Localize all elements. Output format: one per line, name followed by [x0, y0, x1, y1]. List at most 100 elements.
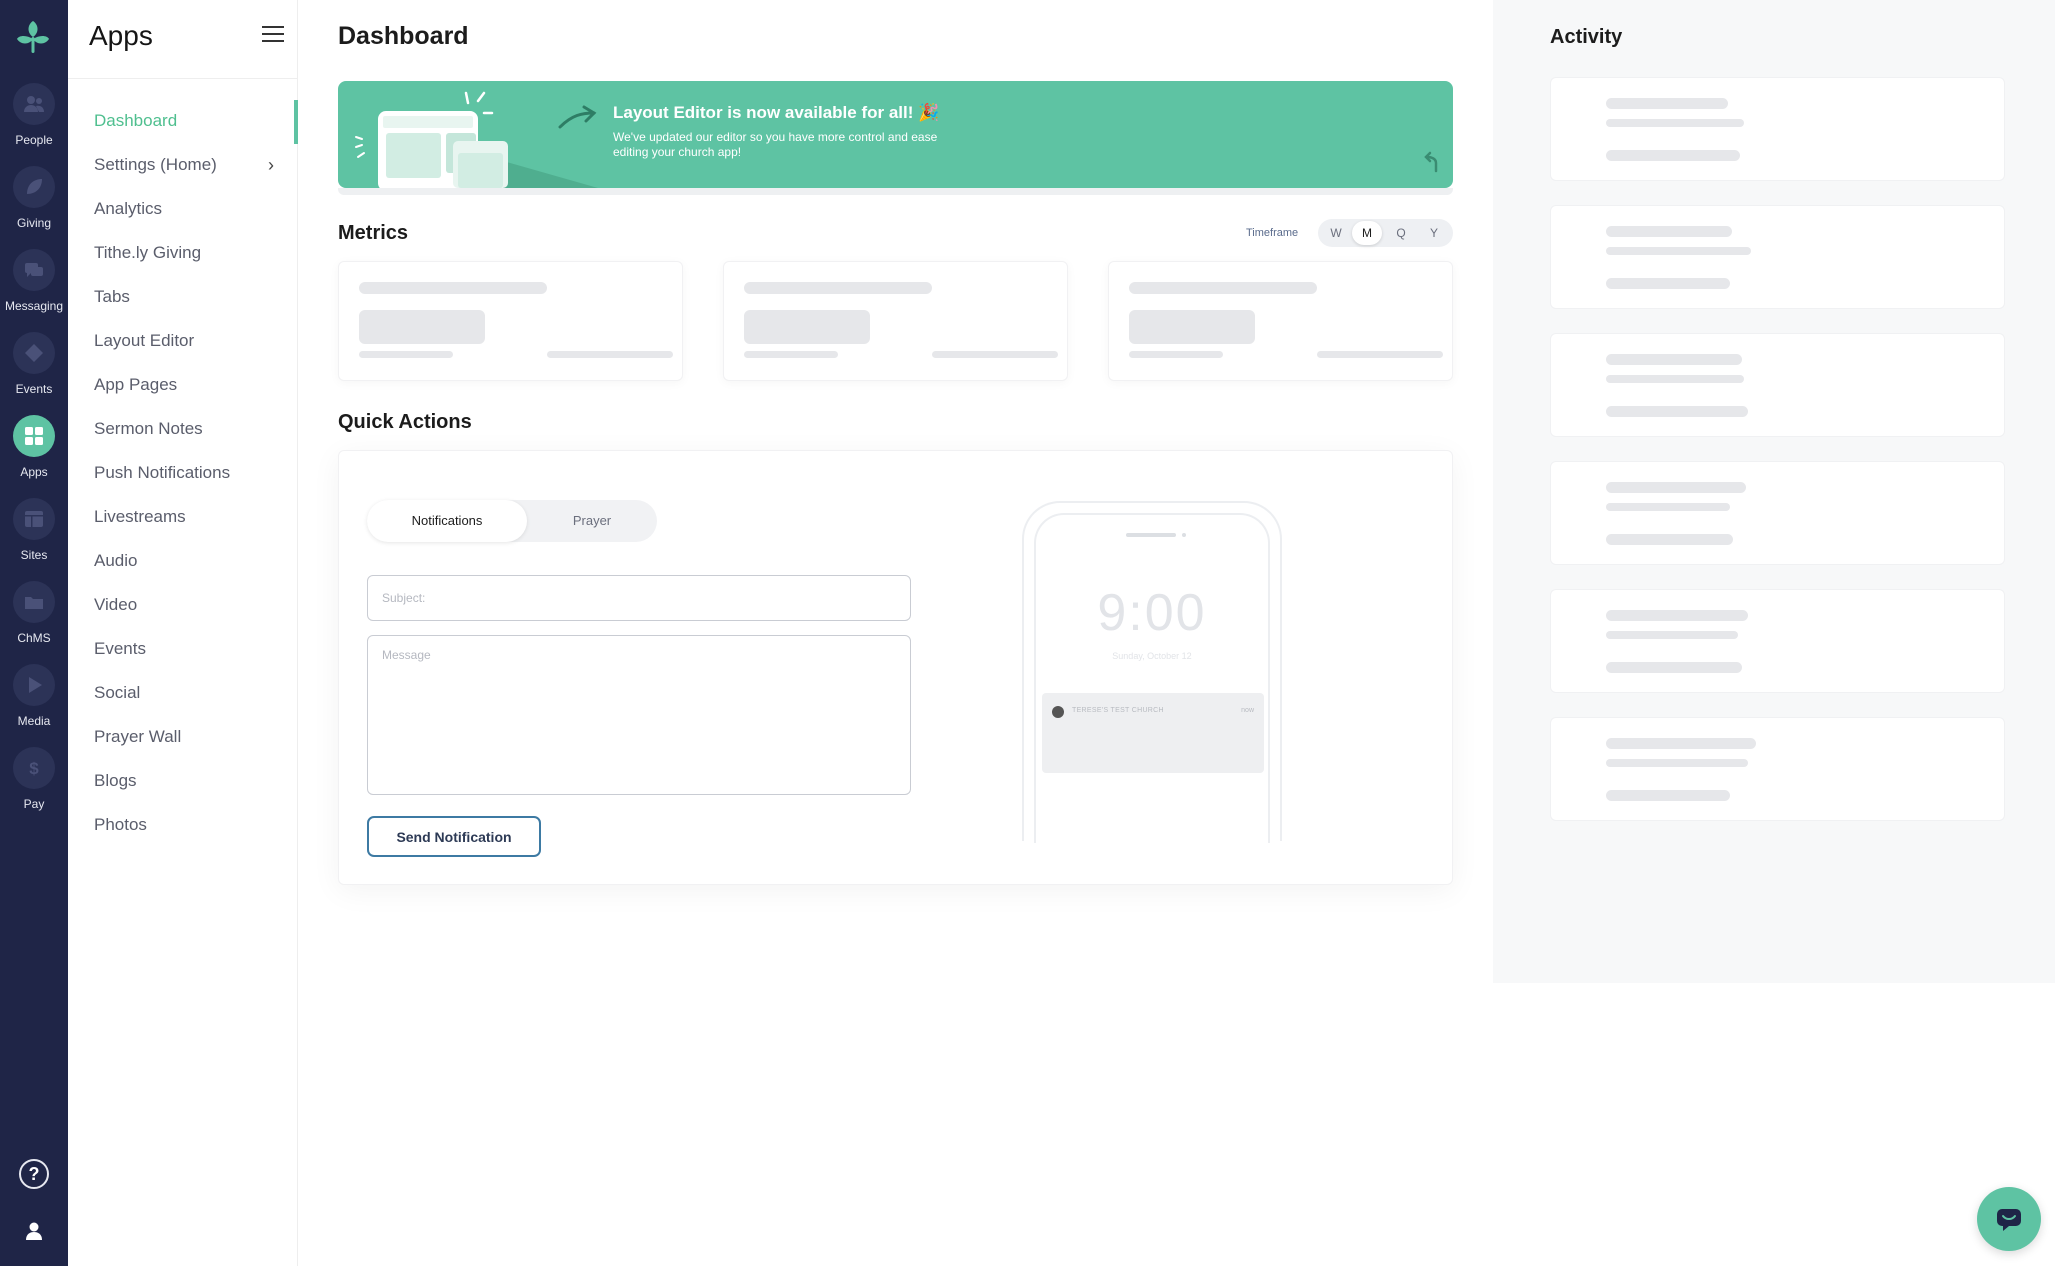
sidebar-item-dashboard[interactable]: Dashboard: [68, 100, 298, 144]
rail-item-people[interactable]: People: [0, 83, 68, 163]
activity-item-skeleton: [1550, 205, 2005, 309]
help-button[interactable]: ?: [0, 1159, 68, 1189]
play-icon: [29, 677, 42, 693]
people-icon: [24, 96, 44, 112]
tab-prayer[interactable]: Prayer: [527, 500, 657, 542]
sidebar-item-social[interactable]: Social: [68, 672, 298, 716]
rail-item-pay[interactable]: $ Pay: [0, 747, 68, 827]
support-chat-button[interactable]: [1977, 1187, 2041, 1251]
notification-timestamp: now: [1241, 707, 1254, 714]
activity-item-skeleton: [1550, 333, 2005, 437]
icon-rail: People Giving Messaging Events Apps Site…: [0, 0, 68, 1266]
sidebar-item-tithely-giving[interactable]: Tithe.ly Giving: [68, 232, 298, 276]
sidebar-item-app-pages[interactable]: App Pages: [68, 364, 298, 408]
sidebar-item-push-notifications[interactable]: Push Notifications: [68, 452, 298, 496]
rail-item-events[interactable]: Events: [0, 332, 68, 412]
sidebar-item-label: Video: [94, 595, 138, 614]
timeframe-month[interactable]: M: [1352, 221, 1382, 245]
dismiss-arrow-icon[interactable]: [1420, 151, 1442, 173]
rail-label: Sites: [20, 548, 48, 562]
subject-input[interactable]: [367, 575, 911, 621]
quick-actions-card: Notifications Prayer Send Notification 9…: [338, 450, 1453, 885]
metric-card-skeleton: [723, 261, 1068, 381]
sidebar-item-photos[interactable]: Photos: [68, 804, 298, 848]
metric-card-skeleton: [1108, 261, 1453, 381]
chevron-right-icon: ›: [268, 155, 274, 175]
metric-card-skeleton: [338, 261, 683, 381]
activity-item-skeleton: [1550, 717, 2005, 821]
rail-item-sites[interactable]: Sites: [0, 498, 68, 578]
message-textarea[interactable]: [367, 635, 911, 795]
rail-label: ChMS: [17, 631, 51, 645]
sidebar-item-layout-editor[interactable]: Layout Editor: [68, 320, 298, 364]
help-icon: ?: [19, 1159, 49, 1189]
activity-heading: Activity: [1550, 26, 1623, 48]
sidebar-item-label: Audio: [94, 551, 138, 570]
leaf-logo-icon[interactable]: [13, 17, 53, 57]
sidebar-item-blogs[interactable]: Blogs: [68, 760, 298, 804]
rail-label: People: [15, 133, 53, 147]
sidebar-item-label: App Pages: [94, 375, 178, 394]
timeframe-week[interactable]: W: [1324, 221, 1348, 245]
notification-preview: TERESE'S TEST CHURCH now: [1042, 693, 1264, 773]
sidebar-item-livestreams[interactable]: Livestreams: [68, 496, 298, 540]
sidebar-item-prayer-wall[interactable]: Prayer Wall: [68, 716, 298, 760]
phone-screen: 9:00 Sunday, October 12 TERESE'S TEST CH…: [1034, 513, 1270, 843]
apps-sidebar: Apps Dashboard Settings (Home) › Analytic…: [68, 0, 298, 1266]
rail-item-messaging[interactable]: Messaging: [0, 249, 68, 329]
rail-item-giving[interactable]: Giving: [0, 166, 68, 246]
send-notification-button[interactable]: Send Notification: [367, 816, 541, 857]
page-title: Dashboard: [338, 22, 469, 50]
sidebar-item-label: Tithe.ly Giving: [94, 243, 202, 262]
grid-icon: [25, 427, 43, 445]
dollar-icon: $: [29, 759, 39, 778]
sidebar-item-video[interactable]: Video: [68, 584, 298, 628]
timeframe-year[interactable]: Y: [1422, 221, 1446, 245]
folder-icon: [25, 597, 43, 609]
rail-label: Pay: [23, 797, 45, 811]
sidebar-item-label: Events: [94, 639, 146, 658]
sidebar-item-audio[interactable]: Audio: [68, 540, 298, 584]
sidebar-nav: Dashboard Settings (Home) › Analytics Tit…: [68, 100, 298, 848]
dashboard-main: Dashboard Layout Editor is now available…: [298, 0, 1493, 1266]
sidebar-item-settings-home[interactable]: Settings (Home) ›: [68, 144, 298, 188]
sidebar-title: Apps: [89, 20, 153, 51]
sidebar-item-label: Dashboard: [94, 111, 178, 130]
rail-label: Giving: [16, 216, 51, 230]
hamburger-menu-icon[interactable]: [262, 26, 284, 46]
phone-camera: [1182, 533, 1186, 537]
rail-item-apps[interactable]: Apps: [0, 415, 68, 495]
timeframe-label: Timeframe: [1246, 227, 1299, 239]
sidebar-item-events[interactable]: Events: [68, 628, 298, 672]
user-icon: [26, 1222, 42, 1240]
phone-preview: 9:00 Sunday, October 12 TERESE'S TEST CH…: [1022, 501, 1282, 843]
rail-item-chms[interactable]: ChMS: [0, 581, 68, 661]
divider: [68, 78, 298, 79]
rail-label: Events: [15, 382, 53, 396]
activity-panel: Activity: [1493, 0, 2055, 983]
tab-notifications[interactable]: Notifications: [367, 500, 527, 542]
rail-item-media[interactable]: Media: [0, 664, 68, 744]
ticket-icon: [25, 344, 43, 362]
timeframe-quarter[interactable]: Q: [1389, 221, 1413, 245]
phone-speaker: [1126, 533, 1176, 537]
sidebar-item-sermon-notes[interactable]: Sermon Notes: [68, 408, 298, 452]
sidebar-item-label: Prayer Wall: [94, 727, 182, 746]
layout-icon: [25, 511, 43, 527]
sidebar-item-label: Social: [94, 683, 141, 702]
sidebar-item-tabs[interactable]: Tabs: [68, 276, 298, 320]
svg-text:$: $: [29, 759, 39, 778]
sidebar-item-label: Livestreams: [94, 507, 186, 526]
timeframe-selector: W M Q Y: [1318, 219, 1453, 247]
activity-item-skeleton: [1550, 77, 2005, 181]
editor-illustration: [355, 91, 598, 188]
chat-bubbles-icon: [25, 263, 43, 277]
activity-item-skeleton: [1550, 461, 2005, 565]
account-button[interactable]: [0, 1218, 68, 1249]
banner-progress-bar: [338, 188, 1453, 195]
sidebar-item-label: Sermon Notes: [94, 419, 203, 438]
sidebar-item-label: Photos: [94, 815, 147, 834]
phone-time: 9:00: [1097, 584, 1207, 642]
sidebar-item-analytics[interactable]: Analytics: [68, 188, 298, 232]
layout-editor-banner[interactable]: Layout Editor is now available for all! …: [338, 81, 1453, 188]
